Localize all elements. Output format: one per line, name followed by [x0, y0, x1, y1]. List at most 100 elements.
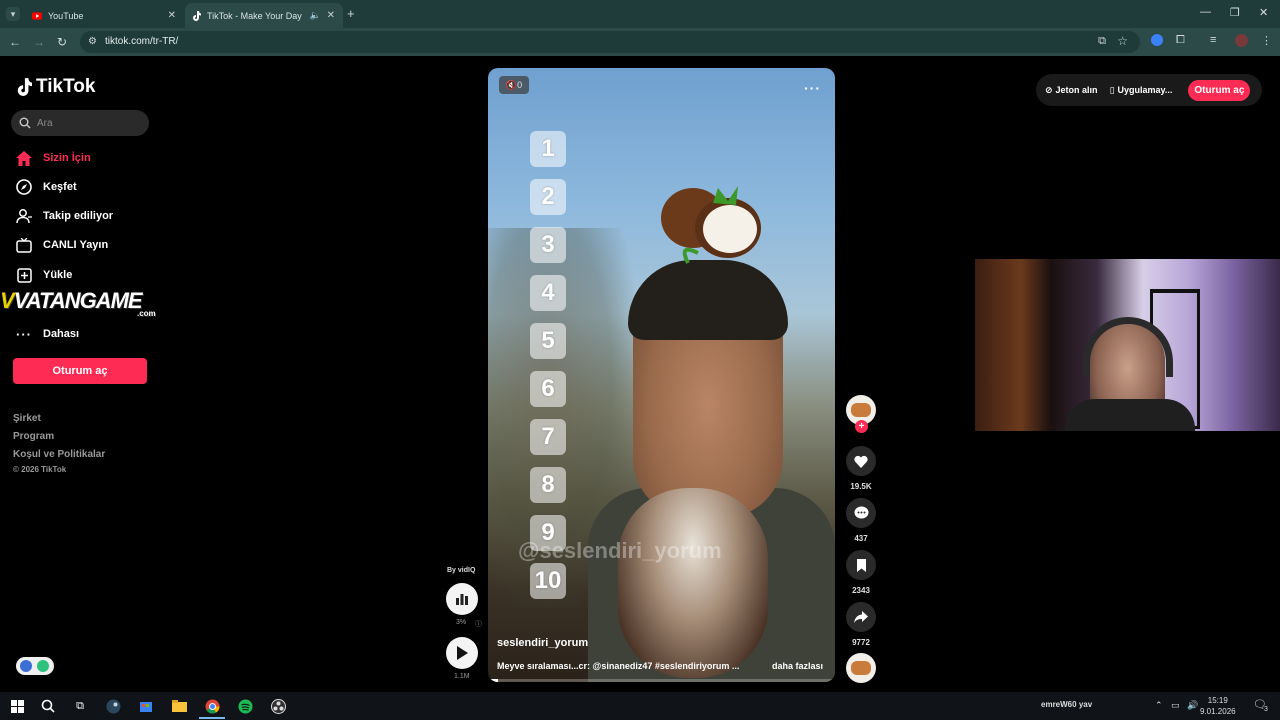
store-icon[interactable]: [137, 697, 155, 715]
install-icon[interactable]: ⧉: [1098, 35, 1106, 48]
windows-taskbar: ⧉ emreW60 yav ⌃ ▭ 🔊 15:19 9.01.2026 🗨 3: [0, 692, 1280, 720]
vidiq-stats-button[interactable]: [446, 583, 478, 615]
obs-icon[interactable]: [269, 697, 287, 715]
like-count: 19.5K: [850, 482, 872, 491]
windows-start-icon[interactable]: [8, 697, 26, 715]
clock-time: 15:19: [1207, 696, 1228, 705]
video-author[interactable]: seslendiri_yorum: [497, 637, 588, 649]
compass-icon: [15, 178, 33, 196]
nav-explore[interactable]: Keşfet: [15, 177, 77, 197]
extensions-puzzle-icon[interactable]: ⧠: [1176, 34, 1185, 47]
profile-avatar[interactable]: [1235, 34, 1248, 50]
like-button[interactable]: [846, 446, 876, 476]
vidiq-percent: 3%: [456, 619, 467, 626]
video-player[interactable]: 🔇 0 ··· 1 2 3 4 5 6 7 8 9 10 @seslendiri…: [488, 68, 835, 682]
minimize-button[interactable]: —: [1200, 6, 1211, 18]
mute-button[interactable]: 🔇 0: [499, 76, 529, 94]
avatar-dog-image: [851, 661, 871, 675]
chrome-icon[interactable]: [203, 697, 221, 715]
get-app-link[interactable]: ▯ Uygulamay...: [1110, 85, 1173, 96]
footer-link-company[interactable]: Şirket: [13, 413, 41, 424]
spotify-icon[interactable]: [236, 697, 254, 715]
login-button[interactable]: Oturum aç: [13, 358, 147, 384]
nav-label: Sizin İçin: [43, 152, 91, 164]
more-options-icon[interactable]: ···: [804, 80, 821, 96]
bookmark-star-icon[interactable]: ☆: [1117, 34, 1128, 48]
search-input[interactable]: [37, 117, 137, 129]
webcam-body: [1065, 399, 1195, 431]
steam-icon[interactable]: [104, 697, 122, 715]
video-progress-bar[interactable]: [488, 679, 835, 682]
menu-icon[interactable]: ⋮: [1261, 34, 1272, 47]
footer-link-program[interactable]: Program: [13, 431, 54, 442]
tiktok-logo[interactable]: TikTok: [16, 76, 95, 98]
tab-label: YouTube: [48, 10, 84, 21]
tab-tiktok[interactable]: TikTok - Make Your Day 🔈 ✕: [185, 3, 343, 28]
close-icon[interactable]: ✕: [168, 10, 176, 21]
task-view-icon[interactable]: ⧉: [71, 697, 89, 715]
forward-button[interactable]: →: [33, 35, 45, 49]
rank-number: 2: [530, 179, 566, 215]
comment-count: 437: [854, 534, 868, 543]
close-icon[interactable]: ✕: [327, 10, 335, 21]
reload-button[interactable]: ↻: [57, 35, 67, 49]
get-coins-link[interactable]: ⊘ Jeton alın: [1045, 85, 1098, 96]
tab-youtube[interactable]: YouTube ✕: [26, 3, 184, 28]
comment-icon: [854, 506, 868, 519]
top-actions: ⊘ Jeton alın ▯ Uygulamay... Oturum aç: [1036, 74, 1262, 106]
file-explorer-icon[interactable]: [170, 697, 188, 715]
see-more-link[interactable]: daha fazlası: [772, 661, 823, 671]
overlay-logo-domain: .com: [137, 309, 156, 318]
rank-number: 4: [530, 275, 566, 311]
get-app-label: Uygulamay...: [1117, 85, 1173, 95]
new-tab-button[interactable]: +: [347, 6, 355, 21]
topbar-login-button[interactable]: Oturum aç: [1188, 79, 1251, 101]
restore-button[interactable]: ❐: [1230, 6, 1240, 19]
comment-button[interactable]: [846, 498, 876, 528]
search-icon[interactable]: [39, 697, 57, 715]
rank-number: 1: [530, 131, 566, 167]
volume-icon[interactable]: 🔊: [1187, 700, 1198, 711]
rank-number: 3: [530, 227, 566, 263]
more-icon: ···: [16, 326, 32, 342]
site-info-icon[interactable]: ⚙: [88, 36, 97, 47]
taskbar-clock[interactable]: 15:19 9.01.2026: [1200, 695, 1236, 717]
address-bar[interactable]: ⚙ tiktok.com/tr-TR/ ⧉ ☆: [80, 31, 1140, 53]
share-button[interactable]: [846, 602, 876, 632]
nav-upload[interactable]: Yükle: [15, 265, 72, 285]
save-button[interactable]: [846, 550, 876, 580]
nav-live[interactable]: CANLI Yayın: [15, 235, 108, 255]
mute-label: 0: [517, 80, 523, 90]
tray-chevron-icon[interactable]: ⌃: [1155, 700, 1163, 711]
video-description: Meyve sıralaması...cr: @sinanediz47 #ses…: [497, 661, 740, 671]
vatangame-logo: VVATANGAME .com: [0, 288, 156, 318]
search-box[interactable]: [11, 110, 149, 136]
avatar-dog-image: [851, 403, 871, 417]
nav-for-you[interactable]: Sizin İçin: [15, 148, 91, 168]
nav-label: Yükle: [43, 269, 73, 281]
back-button[interactable]: ←: [9, 35, 21, 49]
clock-date: 9.01.2026: [1200, 707, 1236, 716]
share-count: 9772: [852, 638, 870, 647]
info-icon[interactable]: ⓘ: [475, 619, 482, 629]
speaker-icon[interactable]: 🔈: [310, 10, 321, 21]
vidiq-toggle[interactable]: [16, 657, 54, 675]
footer-link-terms[interactable]: Koşul ve Politikalar: [13, 449, 105, 460]
media-control-icon[interactable]: ≡: [1210, 34, 1216, 46]
tab-search-icon[interactable]: ▾: [6, 7, 20, 21]
vidiq-label: By vidIQ: [447, 567, 476, 574]
nav-following[interactable]: Takip ediliyor: [15, 206, 113, 226]
bar-chart-icon: [456, 594, 468, 605]
video-frame-goat: [618, 488, 768, 678]
close-window-button[interactable]: ✕: [1259, 6, 1268, 19]
rank-number: 8: [530, 467, 566, 503]
network-icon[interactable]: ▭: [1171, 700, 1180, 711]
nav-more[interactable]: ··· Dahası: [15, 324, 79, 344]
extension-icon[interactable]: [1151, 34, 1163, 49]
vidiq-views: 1.1M: [454, 673, 470, 680]
music-disc-avatar[interactable]: [846, 653, 876, 683]
play-button[interactable]: [446, 637, 478, 669]
active-app-indicator: [199, 717, 225, 719]
browser-toolbar: ← → ↻ ⚙ tiktok.com/tr-TR/ ⧉ ☆ ⧠ ≡ ⋮: [0, 28, 1280, 56]
follow-plus-button[interactable]: +: [855, 420, 868, 433]
